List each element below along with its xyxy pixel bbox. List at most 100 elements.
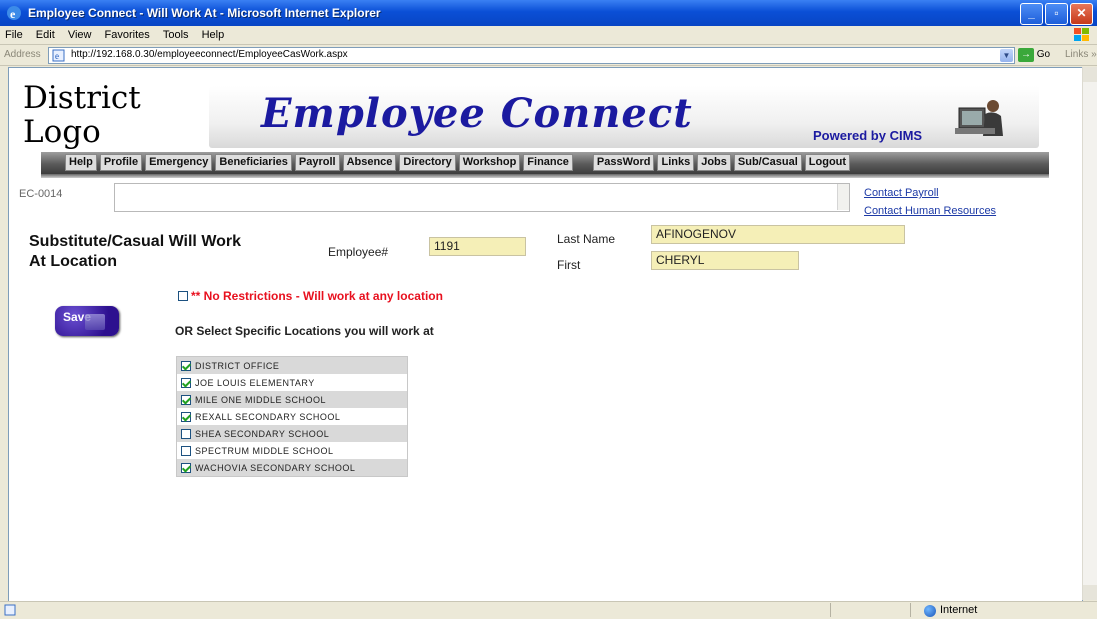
windows-logo-icon [1074,28,1089,41]
minimize-button[interactable]: _ [1020,3,1043,25]
links-label: Links [1065,49,1089,60]
location-label: REXALL SECONDARY SCHOOL [195,411,341,422]
menu-tools[interactable]: Tools [158,26,194,41]
save-icon [85,314,105,330]
last-name-field[interactable]: AFINOGENOV [651,225,905,244]
nav-profile[interactable]: Profile [99,154,143,171]
go-button[interactable]: → Go [1018,48,1058,63]
location-row[interactable]: SHEA SECONDARY SCHOOL [177,425,407,442]
location-label: SHEA SECONDARY SCHOOL [195,428,330,439]
nav-help[interactable]: Help [65,154,97,171]
nav-links[interactable]: Links [657,154,695,171]
location-row[interactable]: DISTRICT OFFICE [177,357,407,374]
menu-bar: File Edit View Favorites Tools Help [0,26,1097,45]
user-at-computer-icon [955,100,1003,136]
page-icon: e [52,49,65,62]
app-banner: Employee Connect Powered by CIMS [209,86,1039,148]
menu-file[interactable]: File [0,26,28,41]
window-title-bar[interactable]: e Employee Connect - Will Work At - Micr… [0,0,1097,26]
menu-help[interactable]: Help [197,26,230,41]
powered-by: Powered by CIMS [813,128,923,143]
logo-line-2: Logo [23,114,101,150]
main-nav: Help Profile Emergency Beneficiaries Pay… [41,152,1049,178]
location-checkbox[interactable] [181,445,191,456]
message-box[interactable] [114,183,850,212]
nav-logout[interactable]: Logout [804,154,851,171]
app-title: Employee Connect [261,90,693,137]
page-viewport: District Logo Employee Connect Powered b… [8,67,1083,602]
nav-directory[interactable]: Directory [399,154,456,171]
status-bar: Internet [0,601,1097,619]
location-row[interactable]: SPECTRUM MIDDLE SCHOOL [177,442,407,459]
location-label: MILE ONE MIDDLE SCHOOL [195,394,327,405]
nav-absence[interactable]: Absence [342,154,397,171]
nav-beneficiaries[interactable]: Beneficiaries [215,154,292,171]
no-restrictions-option[interactable]: ** No Restrictions - Will work at any lo… [178,289,443,303]
window-title: Employee Connect - Will Work At - Micros… [28,6,381,20]
location-row[interactable]: REXALL SECONDARY SCHOOL [177,408,407,425]
page-title: Substitute/Casual Will Work At Location [29,232,241,272]
nav-payroll[interactable]: Payroll [294,154,340,171]
go-arrow-icon: → [1018,48,1034,62]
menu-view[interactable]: View [63,26,97,41]
nav-jobs[interactable]: Jobs [697,154,731,171]
page-status-icon [4,604,16,616]
chevron-right-icon: » [1091,49,1097,60]
first-name-field[interactable]: CHERYL [651,251,799,270]
page-title-line-2: At Location [29,253,117,270]
nav-emergency[interactable]: Emergency [145,154,213,171]
address-bar: Address e http://192.168.0.30/employeeco… [0,45,1097,66]
svg-text:e: e [10,7,16,21]
address-url: http://192.168.0.30/employeeconnect/Empl… [71,49,348,60]
locations-list: DISTRICT OFFICE JOE LOUIS ELEMENTARY MIL… [176,356,408,477]
nav-workshop[interactable]: Workshop [458,154,521,171]
nav-password[interactable]: PassWord [592,154,655,171]
employee-number-field[interactable]: 1191 [429,237,526,256]
location-checkbox[interactable] [181,360,191,371]
address-label: Address [4,49,41,60]
select-locations-label: OR Select Specific Locations you will wo… [175,324,434,338]
page-title-line-1: Substitute/Casual Will Work [29,233,242,250]
location-checkbox[interactable] [181,377,191,388]
close-button[interactable]: ✕ [1070,3,1093,25]
location-label: SPECTRUM MIDDLE SCHOOL [195,445,334,456]
menu-favorites[interactable]: Favorites [100,26,155,41]
go-label: Go [1036,49,1051,60]
save-button[interactable]: Save [55,306,119,336]
location-checkbox[interactable] [181,462,191,473]
status-divider [830,603,831,617]
nav-shadow [41,174,1049,178]
contact-hr-link[interactable]: Contact Human Resources [864,205,996,217]
message-scrollbar[interactable] [837,184,849,210]
svg-text:e: e [55,51,59,61]
nav-finance[interactable]: Finance [523,154,573,171]
district-logo: District Logo [23,81,141,149]
address-dropdown-icon[interactable]: ▼ [1000,49,1013,62]
address-input[interactable]: e http://192.168.0.30/employeeconnect/Em… [48,47,1015,64]
scroll-down-button[interactable] [1083,585,1097,600]
vertical-scrollbar[interactable] [1082,67,1097,600]
location-checkbox[interactable] [181,411,191,422]
links-toolbar[interactable]: Links » [1065,49,1097,60]
location-checkbox[interactable] [181,428,191,439]
nav-sub-casual[interactable]: Sub/Casual [733,154,802,171]
location-row[interactable]: JOE LOUIS ELEMENTARY [177,374,407,391]
logo-line-1: District [23,80,141,116]
nav-spacer [576,154,590,171]
location-label: WACHOVIA SECONDARY SCHOOL [195,462,356,473]
location-row[interactable]: MILE ONE MIDDLE SCHOOL [177,391,407,408]
no-restrictions-checkbox[interactable] [178,291,188,301]
page-id: EC-0014 [19,188,63,200]
no-restrictions-label: ** No Restrictions - Will work at any lo… [191,289,443,303]
internet-explorer-icon: e [7,6,21,21]
globe-icon [924,605,936,617]
scroll-up-button[interactable] [1083,67,1097,82]
menu-edit[interactable]: Edit [31,26,60,41]
contact-payroll-link[interactable]: Contact Payroll [864,187,939,199]
location-label: DISTRICT OFFICE [195,360,280,371]
location-checkbox[interactable] [181,394,191,405]
maximize-button[interactable]: ▫ [1045,3,1068,25]
location-row[interactable]: WACHOVIA SECONDARY SCHOOL [177,459,407,476]
last-name-label: Last Name [557,232,616,246]
first-name-label: First [557,258,581,272]
